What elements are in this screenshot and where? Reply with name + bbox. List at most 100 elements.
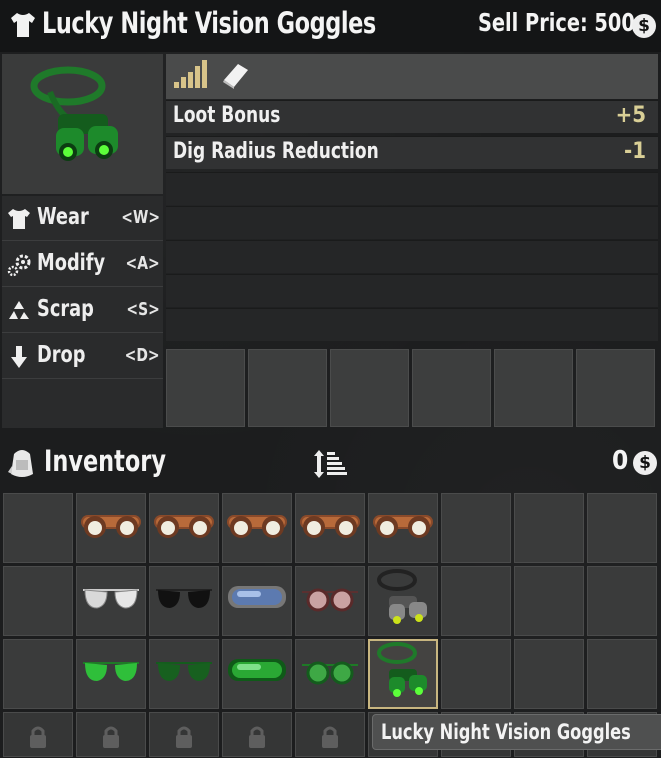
- wear-button[interactable]: Wear <W>: [2, 196, 163, 241]
- inventory-slot-round-glasses-pink[interactable]: [295, 566, 365, 636]
- drop-key: <D>: [125, 345, 160, 366]
- inventory-slot-locked[interactable]: [149, 712, 219, 757]
- round-glasses-green-icon: [302, 661, 358, 685]
- inventory-title: Inventory: [44, 444, 166, 478]
- shirt-icon: [8, 209, 30, 229]
- shirt-icon: [11, 13, 35, 37]
- stat-row-empty: [166, 274, 658, 307]
- inventory-slot-empty[interactable]: [514, 493, 584, 563]
- inventory-slot-steampunk-goggles[interactable]: [295, 493, 365, 563]
- stats-header: [166, 54, 658, 99]
- item-tooltip: Lucky Night Vision Goggles: [372, 714, 661, 750]
- inventory-slot-night-vision-goggles-green[interactable]: [368, 639, 438, 709]
- modify-button[interactable]: Modify <A>: [2, 242, 163, 287]
- down-arrow-icon: [11, 346, 27, 368]
- inventory-header: Inventory 0 $: [0, 438, 661, 490]
- inventory-slot-steampunk-goggles[interactable]: [76, 493, 146, 563]
- wear-key: <W>: [121, 207, 160, 228]
- stat-name: Dig Radius Reduction: [173, 139, 379, 164]
- inventory-slot-steampunk-goggles[interactable]: [149, 493, 219, 563]
- inventory-slot-empty[interactable]: [514, 566, 584, 636]
- steampunk-goggles-icon: [227, 515, 287, 538]
- lock-icon: [30, 726, 46, 748]
- gears-icon: [7, 254, 31, 277]
- modify-key: <A>: [125, 253, 160, 274]
- aviator-glasses-green-icon: [83, 662, 139, 681]
- inventory-slot-empty[interactable]: [587, 493, 657, 563]
- inventory-slot-aviator-glasses-green-dark[interactable]: [149, 639, 219, 709]
- sort-icon[interactable]: [313, 446, 349, 482]
- inventory-slot-ski-goggles-green[interactable]: [222, 639, 292, 709]
- inventory-slot-locked[interactable]: [3, 712, 73, 757]
- stat-row-empty: [166, 240, 658, 273]
- ski-goggles-green-icon: [228, 659, 286, 681]
- night-vision-goggles-green-icon: [377, 642, 427, 697]
- wear-label: Wear: [37, 204, 89, 230]
- lock-icon: [176, 726, 192, 748]
- inventory-slot-locked[interactable]: [295, 712, 365, 757]
- mod-slots: [166, 349, 658, 427]
- stat-value: -1: [624, 139, 646, 164]
- recycle-icon: [9, 301, 29, 319]
- item-preview: [2, 54, 163, 194]
- round-glasses-pink-icon: [302, 588, 358, 612]
- drop-label: Drop: [37, 342, 86, 368]
- mod-slot[interactable]: [412, 349, 491, 427]
- ski-goggles-blue-icon: [228, 586, 286, 608]
- inventory-slot-aviator-glasses-black[interactable]: [149, 566, 219, 636]
- inventory-slot-round-glasses-green[interactable]: [295, 639, 365, 709]
- stat-name: Loot Bonus: [173, 103, 281, 128]
- mod-slot[interactable]: [248, 349, 327, 427]
- stat-row-empty: [166, 308, 658, 341]
- aviator-glasses-green-dark-icon: [156, 662, 212, 681]
- inventory-slot-aviator-glasses-silver[interactable]: [76, 566, 146, 636]
- lock-icon: [322, 726, 338, 748]
- mod-slot[interactable]: [576, 349, 655, 427]
- tooltip-text: Lucky Night Vision Goggles: [381, 720, 631, 744]
- lock-icon: [103, 726, 119, 748]
- inventory-slot-night-vision-goggles[interactable]: [368, 566, 438, 636]
- inventory-slot-locked[interactable]: [76, 712, 146, 757]
- mod-slot[interactable]: [494, 349, 573, 427]
- inventory-slot-empty[interactable]: [587, 639, 657, 709]
- stat-value: +5: [615, 103, 646, 128]
- inventory-slot-empty[interactable]: [441, 493, 511, 563]
- stat-row-empty: [166, 206, 658, 239]
- item-title-bar: Lucky Night Vision Goggles Sell Price: 5…: [0, 0, 661, 52]
- steampunk-goggles-icon: [154, 515, 214, 538]
- quality-bars-icon: [174, 60, 207, 88]
- inventory-slot-empty[interactable]: [3, 566, 73, 636]
- inventory-slot-empty[interactable]: [3, 493, 73, 563]
- drop-button[interactable]: Drop <D>: [2, 334, 163, 379]
- stat-row-empty: [166, 172, 658, 205]
- aviator-glasses-black-icon: [156, 589, 212, 608]
- inventory-slot-locked[interactable]: [222, 712, 292, 757]
- inventory-slot-empty[interactable]: [441, 639, 511, 709]
- stat-row: Dig Radius Reduction -1: [166, 136, 658, 169]
- inventory-money: 0: [612, 446, 629, 476]
- mod-slot[interactable]: [330, 349, 409, 427]
- mod-slot[interactable]: [166, 349, 245, 427]
- coin-icon: $: [633, 451, 657, 475]
- inventory-slot-steampunk-goggles[interactable]: [222, 493, 292, 563]
- inventory-slot-steampunk-goggles[interactable]: [368, 493, 438, 563]
- inventory-slot-ski-goggles-blue[interactable]: [222, 566, 292, 636]
- scrap-label: Scrap: [37, 296, 94, 322]
- stats-panel: Loot Bonus +5 Dig Radius Reduction -1: [166, 54, 658, 346]
- inventory-slot-empty[interactable]: [587, 566, 657, 636]
- inventory-slot-empty[interactable]: [441, 566, 511, 636]
- inventory-slot-aviator-glasses-green[interactable]: [76, 639, 146, 709]
- steampunk-goggles-icon: [81, 515, 141, 538]
- item-title: Lucky Night Vision Goggles: [42, 6, 376, 40]
- action-list: Wear <W> Modify <A> Scrap <S> Drop <D>: [2, 196, 163, 428]
- inventory-slot-empty[interactable]: [3, 639, 73, 709]
- stat-row: Loot Bonus +5: [166, 100, 658, 133]
- sell-price: Sell Price: 500: [478, 8, 635, 37]
- modify-label: Modify: [37, 250, 106, 276]
- inventory-slot-empty[interactable]: [514, 639, 584, 709]
- coin-icon: $: [632, 14, 656, 38]
- scrap-button[interactable]: Scrap <S>: [2, 288, 163, 333]
- scrap-key: <S>: [126, 299, 160, 320]
- night-vision-goggles-icon: [377, 569, 427, 624]
- backpack-icon: [8, 450, 33, 477]
